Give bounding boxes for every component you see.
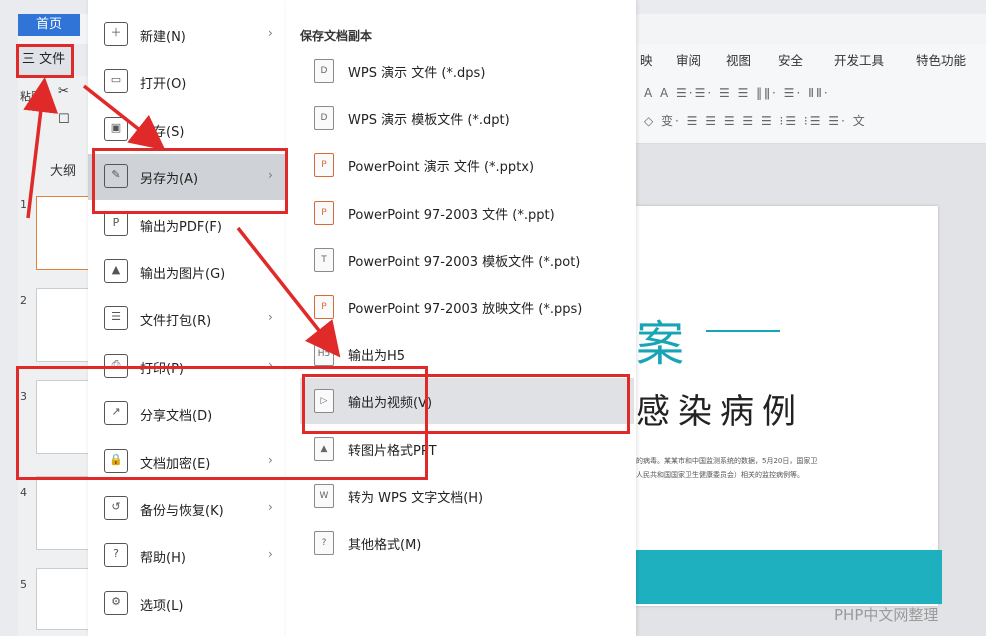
slide-thumbnail[interactable]	[36, 196, 94, 270]
submenu-item-label: WPS 演示 文件 (*.dps)	[348, 66, 486, 81]
chevron-right-icon: ›	[268, 500, 273, 514]
chevron-right-icon: ›	[268, 310, 273, 324]
menu-item-label: 选项(L)	[140, 599, 184, 614]
highlight-save-as	[92, 148, 288, 214]
pot-file-icon: T	[314, 248, 334, 272]
submenu-item-pot-file[interactable]: T PowerPoint 97-2003 模板文件 (*.pot)	[300, 237, 634, 283]
menu-item-label: 输出为图片(G)	[140, 267, 226, 282]
slide-number: 1	[20, 198, 27, 211]
chevron-right-icon: ›	[268, 547, 273, 561]
ppt-file-icon: P	[314, 201, 334, 225]
pps-file-icon: P	[314, 295, 334, 319]
h5-icon: H5	[314, 342, 334, 366]
slide-thumbnail[interactable]	[36, 568, 94, 630]
slide-subtitle: 感染病例	[636, 392, 804, 432]
dps-file-icon: D	[314, 59, 334, 83]
submenu-item-dpt-file[interactable]: D WPS 演示 模板文件 (*.dpt)	[300, 95, 634, 141]
submenu-item-label: 输出为H5	[348, 349, 406, 364]
dpt-file-icon: D	[314, 106, 334, 130]
submenu-item-label: PowerPoint 97-2003 放映文件 (*.pps)	[348, 302, 583, 317]
highlight-file-button	[16, 44, 74, 78]
slide-thumbnail[interactable]	[36, 288, 94, 362]
submenu-item-pptx-file[interactable]: P PowerPoint 演示 文件 (*.pptx)	[300, 142, 634, 188]
pptx-file-icon: P	[314, 153, 334, 177]
ribbon-tab-developer[interactable]: 开发工具	[834, 50, 884, 69]
other-format-icon: ?	[314, 531, 334, 555]
menu-item-label: 文件打包(R)	[140, 314, 212, 329]
menu-item-new-file[interactable]: ＋ 新建(N) ›	[88, 12, 286, 58]
slide-thumbnail[interactable]	[36, 476, 94, 550]
submenu-item-ppt-file[interactable]: P PowerPoint 97-2003 文件 (*.ppt)	[300, 190, 634, 236]
ribbon-tab-security[interactable]: 安全	[778, 50, 803, 69]
copy-icon[interactable]: ☐	[58, 112, 70, 127]
slide-title-rule	[706, 330, 780, 332]
submenu-item-label: PowerPoint 97-2003 模板文件 (*.pot)	[348, 255, 581, 270]
highlight-export-video	[302, 374, 630, 434]
ribbon-tab-features[interactable]: 特色功能	[916, 50, 966, 69]
settings-icon: ⚙	[104, 591, 128, 615]
submenu-item-label: 转为 WPS 文字文档(H)	[348, 491, 484, 506]
ribbon-tab-review[interactable]: 审阅	[676, 50, 701, 69]
cut-icon[interactable]: ✂	[58, 84, 69, 99]
slide-number: 5	[20, 578, 27, 591]
ribbon-tabs: 映 审阅 视图 安全 开发工具 特色功能	[636, 46, 986, 70]
backup-icon: ↺	[104, 496, 128, 520]
slide-number: 4	[20, 486, 27, 499]
outline-tab[interactable]: 大纲	[50, 160, 76, 179]
submenu-item-label: 其他格式(M)	[348, 538, 422, 553]
slide-body-text: 的病毒。某某市和中国监测系统的数据，5月20日，国家卫	[636, 457, 818, 465]
save-icon: ▣	[104, 117, 128, 141]
submenu-item-label: PowerPoint 演示 文件 (*.pptx)	[348, 160, 535, 175]
wps-doc-icon: W	[314, 484, 334, 508]
home-tab[interactable]: 首页	[18, 14, 80, 36]
package-icon: ☰	[104, 306, 128, 330]
menu-item-backup[interactable]: ↺ 备份与恢复(K) ›	[88, 486, 286, 532]
watermark-text: PHP中文网整理	[834, 606, 939, 624]
submenu-item-pps-file[interactable]: P PowerPoint 97-2003 放映文件 (*.pps)	[300, 284, 634, 330]
submenu-header: 保存文档副本	[300, 29, 373, 43]
menu-item-label: 帮助(H)	[140, 551, 186, 566]
slide-number: 2	[20, 294, 27, 307]
menu-item-save[interactable]: ▣ 保存(S)	[88, 107, 286, 153]
help-icon: ?	[104, 543, 128, 567]
open-folder-icon: ▭	[104, 69, 128, 93]
menu-item-label: 备份与恢复(K)	[140, 504, 224, 519]
menu-item-help[interactable]: ? 帮助(H) ›	[88, 533, 286, 579]
ribbon-tab-view[interactable]: 视图	[726, 50, 751, 69]
submenu-item-other-format[interactable]: ? 其他格式(M)	[300, 520, 634, 566]
menu-item-package[interactable]: ☰ 文件打包(R) ›	[88, 296, 286, 342]
slide-footer-band	[636, 550, 942, 604]
menu-item-label: 新建(N)	[140, 30, 186, 45]
submenu-item-label: WPS 演示 模板文件 (*.dpt)	[348, 113, 510, 128]
new-file-icon: ＋	[104, 22, 128, 46]
submenu-item-dps-file[interactable]: D WPS 演示 文件 (*.dps)	[300, 48, 634, 94]
paste-label[interactable]: 粘贴	[20, 88, 42, 104]
ribbon-format-row-2[interactable]: ◇ 变· ☰ ☰ ☰ ☰ ☰ ⁝☰ ⁝☰ ☰· 文	[644, 112, 867, 129]
menu-item-label: 保存(S)	[140, 125, 185, 140]
chevron-right-icon: ›	[268, 26, 273, 40]
export-image-icon: ▲	[104, 259, 128, 283]
ribbon-tab[interactable]: 映	[640, 50, 653, 69]
slide-body-text: 人民共和国国家卫生健康委员会）相关的监控病例等。	[636, 471, 804, 479]
menu-item-open-folder[interactable]: ▭ 打开(O)	[88, 59, 286, 105]
menu-item-label: 输出为PDF(F)	[140, 220, 222, 235]
menu-item-settings[interactable]: ⚙ 选项(L)	[88, 581, 286, 627]
submenu-item-label: PowerPoint 97-2003 文件 (*.ppt)	[348, 208, 555, 223]
slide-title-text: 案	[636, 316, 685, 372]
menu-item-export-image[interactable]: ▲ 输出为图片(G)	[88, 249, 286, 295]
export-pdf-icon: P	[104, 212, 128, 236]
menu-item-label: 打开(O)	[140, 77, 187, 92]
ribbon-format-row-1[interactable]: A A ☰·☰· ☰ ☰ ‖ǁ· ☰· ⅡⅡ·	[644, 86, 830, 100]
